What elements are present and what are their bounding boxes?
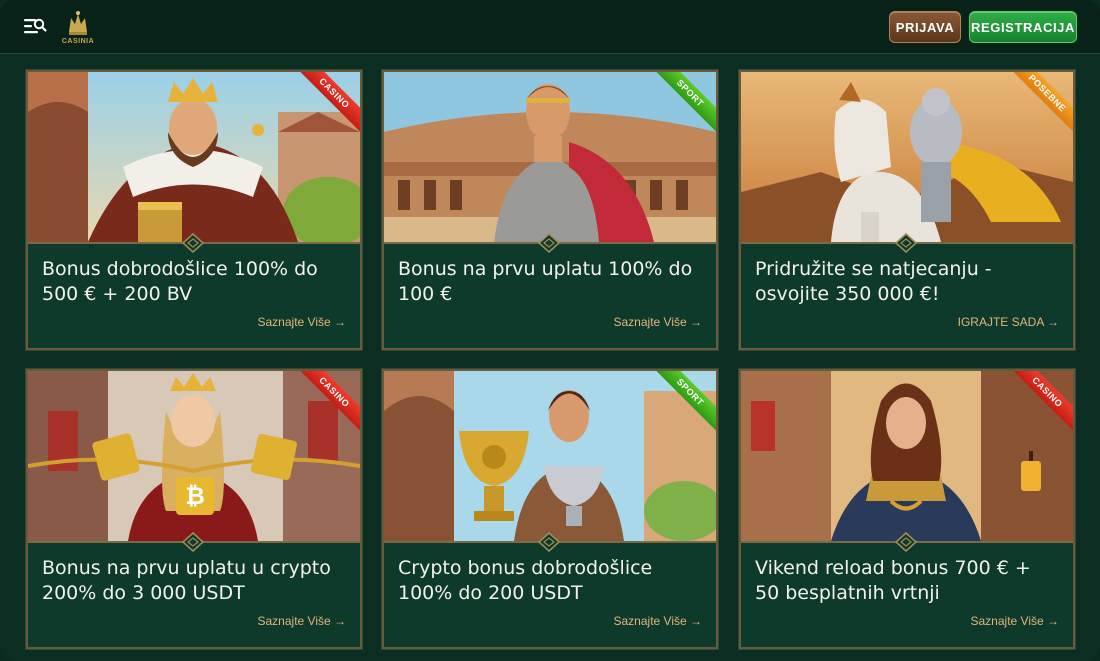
promo-card[interactable]: SPORT Bonus na prvu uplatu 100% do 100 €… <box>381 69 719 351</box>
login-button[interactable]: PRIJAVA <box>889 11 961 43</box>
diamond-ornament-icon <box>181 531 205 553</box>
card-body: Crypto bonus dobrodošlice 100% do 200 US… <box>384 543 716 647</box>
promo-card[interactable]: CASINO Vikend reload bonus 700 € + 50 be… <box>738 368 1076 650</box>
card-body: Bonus na prvu uplatu 100% do 100 € Sazna… <box>384 244 716 348</box>
promo-card[interactable]: CASINO Bonus dobrodošlice 100% do 500 € … <box>25 69 363 351</box>
casinia-logo[interactable]: CASINIA <box>58 8 98 48</box>
tag-ribbon: CASINO <box>298 72 360 134</box>
special-tag: POSEBNE <box>1011 72 1073 134</box>
diamond-ornament-icon <box>537 232 561 254</box>
promo-card[interactable]: SPORT Crypto bonus dobrodošlice 100% do … <box>381 368 719 650</box>
card-title: Pridružite se natjecanju - osvojite 350 … <box>755 258 992 305</box>
learn-more-link[interactable]: Saznajte Više → <box>971 614 1060 628</box>
logo-text: CASINIA <box>61 38 95 45</box>
card-title: Bonus na prvu uplatu 100% do 100 € <box>398 258 693 305</box>
casino-tag: CASINO <box>298 371 360 433</box>
tag-ribbon: POSEBNE <box>1011 72 1073 134</box>
learn-more-link[interactable]: Saznajte Više → <box>614 315 703 329</box>
promo-card[interactable]: POSEBNE Pridružite se natjecanju - osvoj… <box>738 69 1076 351</box>
tag-ribbon: CASINO <box>1011 371 1073 433</box>
diamond-ornament-icon <box>894 531 918 553</box>
card-body: Bonus dobrodošlice 100% do 500 € + 200 B… <box>28 244 360 348</box>
crown-icon <box>69 11 87 35</box>
casino-tag: CASINO <box>1011 371 1073 433</box>
diamond-ornament-icon <box>894 232 918 254</box>
card-title: Bonus na prvu uplatu u crypto 200% do 3 … <box>42 557 331 604</box>
learn-more-link[interactable]: Saznajte Više → <box>614 614 703 628</box>
card-title: Crypto bonus dobrodošlice 100% do 200 US… <box>398 557 653 604</box>
learn-more-link[interactable]: Saznajte Više → <box>258 315 347 329</box>
diamond-ornament-icon <box>181 232 205 254</box>
tag-ribbon: CASINO <box>298 371 360 433</box>
card-body: Pridružite se natjecanju - osvojite 350 … <box>741 244 1073 348</box>
card-body: Bonus na prvu uplatu u crypto 200% do 3 … <box>28 543 360 647</box>
card-body: Vikend reload bonus 700 € + 50 besplatni… <box>741 543 1073 647</box>
sport-tag: SPORT <box>654 72 716 134</box>
register-button[interactable]: REGISTRACIJA <box>969 11 1077 43</box>
diamond-ornament-icon <box>537 531 561 553</box>
header: CASINIA PRIJAVA REGISTRACIJA <box>0 0 1100 54</box>
card-title: Vikend reload bonus 700 € + 50 besplatni… <box>755 557 1031 604</box>
tag-ribbon: SPORT <box>654 72 716 134</box>
page-frame: CASINIA PRIJAVA REGISTRACIJA CASINO Bonu… <box>0 0 1100 661</box>
learn-more-link[interactable]: Saznajte Više → <box>258 614 347 628</box>
tag-ribbon: SPORT <box>654 371 716 433</box>
card-title: Bonus dobrodošlice 100% do 500 € + 200 B… <box>42 258 318 305</box>
svg-text:₿: ₿ <box>185 482 205 510</box>
sport-tag: SPORT <box>654 371 716 433</box>
promo-card[interactable]: ₿ CASINO Bonus na prvu uplatu u crypto 2… <box>25 368 363 650</box>
menu-search-icon[interactable] <box>22 15 48 37</box>
play-now-link[interactable]: IGRAJTE SADA → <box>958 315 1059 329</box>
casino-tag: CASINO <box>298 72 360 134</box>
